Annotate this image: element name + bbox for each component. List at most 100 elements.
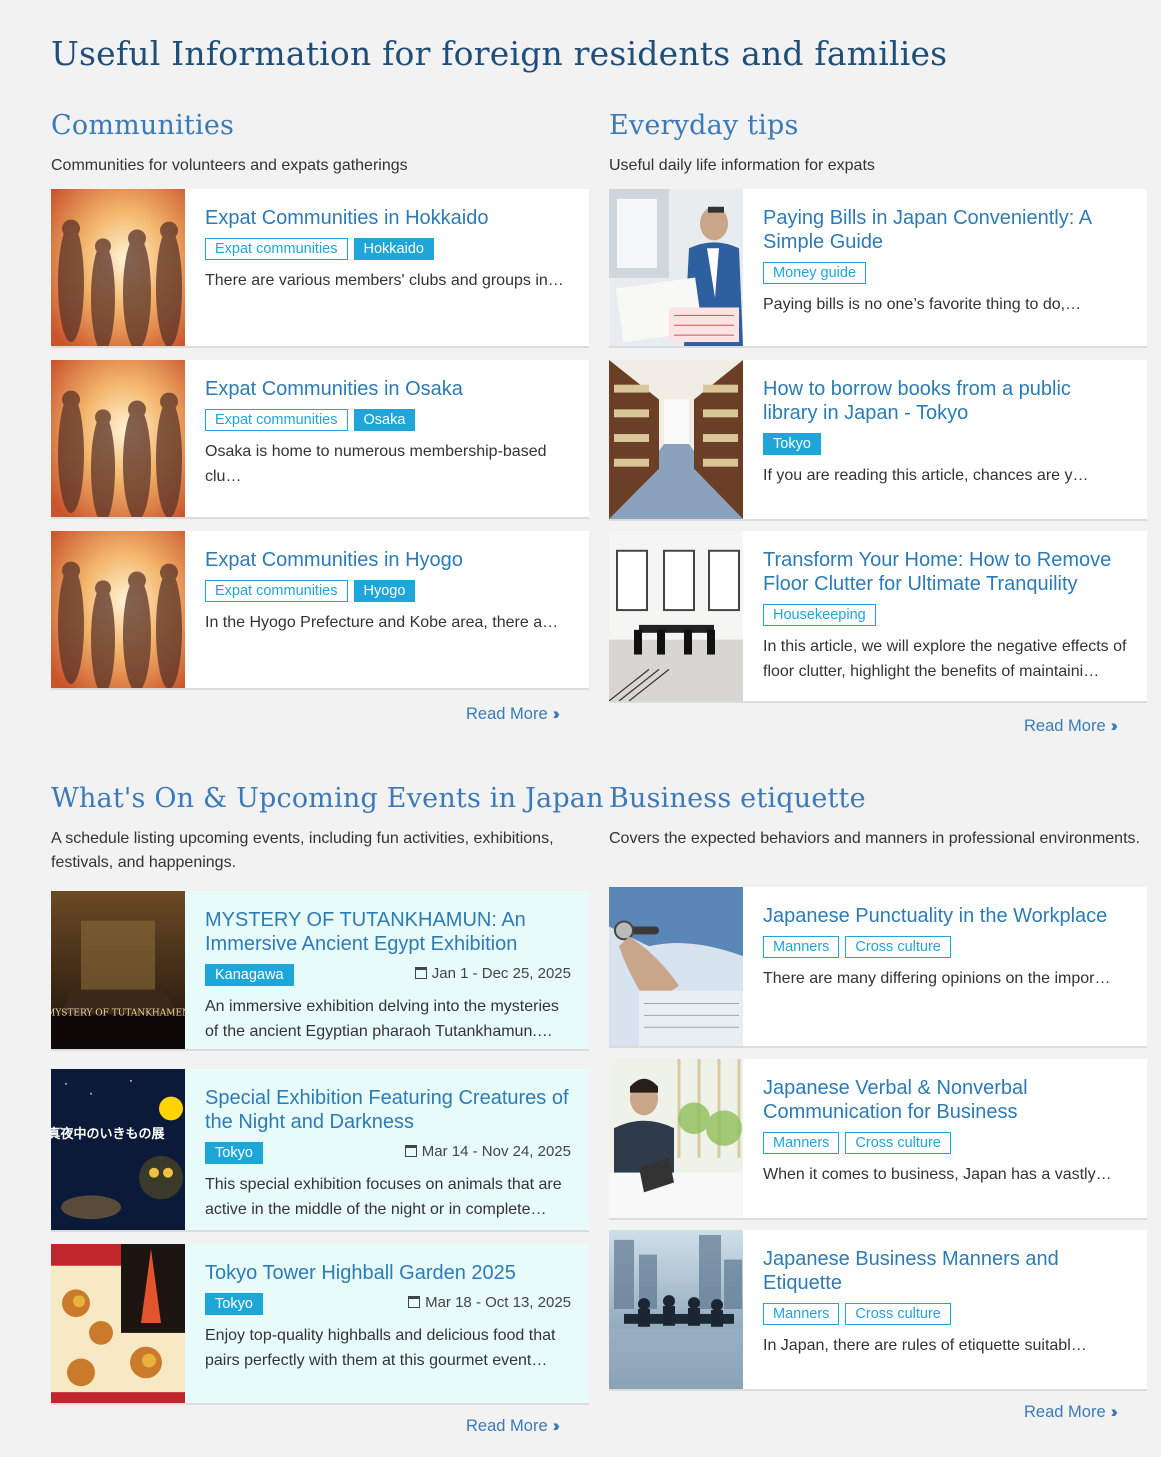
article-title-link[interactable]: Transform Your Home: How to Remove Floor… [763,548,1129,596]
tag-link[interactable]: Expat communities [205,238,348,260]
read-more-link[interactable]: Read More ›› [1024,716,1119,736]
event-card[interactable]: Tokyo Tower Highball Garden 2025 Tokyo Ma… [51,1244,589,1405]
page-title: Useful Information for foreign residents… [51,34,948,73]
tag-link[interactable]: Manners [763,1303,840,1325]
read-more-label: Read More [466,705,548,723]
event-date: Jan 1 - Dec 25, 2025 [414,965,571,982]
article-title-link[interactable]: Expat Communities in Hokkaido [205,206,571,230]
section-description: Communities for volunteers and expats ga… [51,157,408,174]
event-title-link[interactable]: Special Exhibition Featuring Creatures o… [205,1086,571,1134]
tag-link[interactable]: Expat communities [205,409,348,431]
event-image-caption: MYSTERY OF TUTANKHAMEN [51,1008,185,1018]
article-thumbnail[interactable] [609,1059,743,1218]
tag-link[interactable]: Housekeeping [763,604,876,626]
tag-link[interactable]: Manners [763,936,840,958]
event-title-link[interactable]: MYSTERY OF TUTANKHAMUN: An Immersive Anc… [205,908,571,956]
double-chevron-right-icon: ›› [552,704,561,723]
article-card[interactable]: Expat Communities in Hyogo Expat communi… [51,531,589,690]
event-date-text: Mar 14 - Nov 24, 2025 [421,1143,571,1160]
event-card[interactable]: MYSTERY OF TUTANKHAMEN MYSTERY OF TUTANK… [51,891,589,1051]
article-excerpt: Osaka is home to numerous membership-bas… [205,443,547,485]
double-chevron-right-icon: ›› [552,1416,561,1435]
article-thumbnail[interactable] [609,1230,743,1389]
article-thumbnail[interactable] [609,189,743,346]
article-title-link[interactable]: Expat Communities in Hyogo [205,548,571,572]
article-card[interactable]: Expat Communities in Hokkaido Expat comm… [51,189,589,348]
tag-link[interactable]: Cross culture [845,1303,951,1325]
article-title-link[interactable]: Japanese Business Manners and Etiquette [763,1247,1129,1295]
article-excerpt: There are various members' clubs and gro… [205,272,564,289]
business-etiquette-section: Business etiquette Covers the expected b… [609,783,1147,1443]
article-title-link[interactable]: Japanese Punctuality in the Workplace [763,904,1129,928]
article-excerpt: In this article, we will explore the neg… [763,638,1127,680]
article-card[interactable]: How to borrow books from a public librar… [609,360,1147,521]
section-title: Business etiquette [609,783,866,814]
section-description: A schedule listing upcoming events, incl… [51,830,554,871]
tag-link[interactable]: Manners [763,1132,840,1154]
section-title: Everyday tips [609,110,799,141]
double-chevron-right-icon: ›› [1110,1402,1119,1421]
article-title-link[interactable]: Japanese Verbal & Nonverbal Communicatio… [763,1076,1129,1124]
article-excerpt: In the Hyogo Prefecture and Kobe area, t… [205,614,559,631]
event-thumbnail[interactable]: MYSTERY OF TUTANKHAMEN [51,891,185,1049]
article-card[interactable]: Japanese Verbal & Nonverbal Communicatio… [609,1059,1147,1220]
calendar-icon [414,967,427,979]
article-excerpt: When it comes to business, Japan has a v… [763,1166,1112,1183]
double-chevron-right-icon: ›› [1110,716,1119,735]
event-date: Mar 14 - Nov 24, 2025 [404,1143,571,1160]
article-excerpt: Paying bills is no one’s favorite thing … [763,296,1082,313]
article-thumbnail[interactable] [609,360,743,519]
event-thumbnail[interactable]: 真夜中のいきもの展 [51,1069,185,1230]
article-card[interactable]: Paying Bills in Japan Conveniently: A Si… [609,189,1147,348]
read-more-label: Read More [1024,1403,1106,1421]
event-excerpt: This special exhibition focuses on anima… [205,1176,562,1218]
tag-link[interactable]: Tokyo [763,433,821,455]
event-excerpt: Enjoy top-quality highballs and deliciou… [205,1327,556,1369]
tag-link[interactable]: Osaka [353,409,416,431]
article-card[interactable]: Japanese Business Manners and Etiquette … [609,1230,1147,1391]
article-thumbnail[interactable] [51,360,185,517]
section-description: Covers the expected behaviors and manner… [609,830,1140,847]
event-date-text: Mar 18 - Oct 13, 2025 [425,1294,571,1311]
tag-link[interactable]: Tokyo [205,1293,263,1315]
event-excerpt: An immersive exhibition delving into the… [205,998,559,1040]
article-excerpt: There are many differing opinions on the… [763,970,1111,987]
article-excerpt: In Japan, there are rules of etiquette s… [763,1337,1087,1354]
tag-link[interactable]: Hyogo [353,580,416,602]
read-more-label: Read More [466,1417,548,1435]
read-more-label: Read More [1024,717,1106,735]
tag-link[interactable]: Kanagawa [205,964,294,986]
event-image-caption: 真夜中のいきもの展 [51,1126,165,1142]
event-date: Mar 18 - Oct 13, 2025 [408,1294,571,1311]
article-title-link[interactable]: How to borrow books from a public librar… [763,377,1129,425]
read-more-link[interactable]: Read More ›› [1024,1402,1119,1422]
event-thumbnail[interactable] [51,1244,185,1403]
tag-link[interactable]: Tokyo [205,1142,263,1164]
read-more-link[interactable]: Read More ›› [466,1416,561,1436]
tag-link[interactable]: Hokkaido [353,238,434,260]
article-title-link[interactable]: Paying Bills in Japan Conveniently: A Si… [763,206,1129,254]
article-thumbnail[interactable] [51,531,185,688]
calendar-icon [408,1296,421,1308]
events-section: What's On & Upcoming Events in Japan A s… [51,783,604,1448]
section-title: What's On & Upcoming Events in Japan [51,783,604,814]
tag-link[interactable]: Cross culture [845,936,951,958]
article-card[interactable]: Transform Your Home: How to Remove Floor… [609,531,1147,703]
tag-link[interactable]: Expat communities [205,580,348,602]
article-title-link[interactable]: Expat Communities in Osaka [205,377,571,401]
article-thumbnail[interactable] [609,887,743,1046]
article-thumbnail[interactable] [609,531,743,701]
section-title: Communities [51,110,235,141]
article-excerpt: If you are reading this article, chances… [763,467,1089,484]
event-title-link[interactable]: Tokyo Tower Highball Garden 2025 [205,1261,571,1285]
communities-section: Communities Communities for volunteers a… [51,110,589,740]
read-more-link[interactable]: Read More ›› [466,704,561,724]
event-date-text: Jan 1 - Dec 25, 2025 [431,965,571,982]
tag-link[interactable]: Money guide [763,262,867,284]
article-card[interactable]: Expat Communities in Osaka Expat communi… [51,360,589,519]
event-card[interactable]: 真夜中のいきもの展 Special Exhibition Featuring C… [51,1069,589,1232]
tag-link[interactable]: Cross culture [845,1132,951,1154]
calendar-icon [404,1145,417,1157]
article-thumbnail[interactable] [51,189,185,346]
article-card[interactable]: Japanese Punctuality in the Workplace Ma… [609,887,1147,1048]
